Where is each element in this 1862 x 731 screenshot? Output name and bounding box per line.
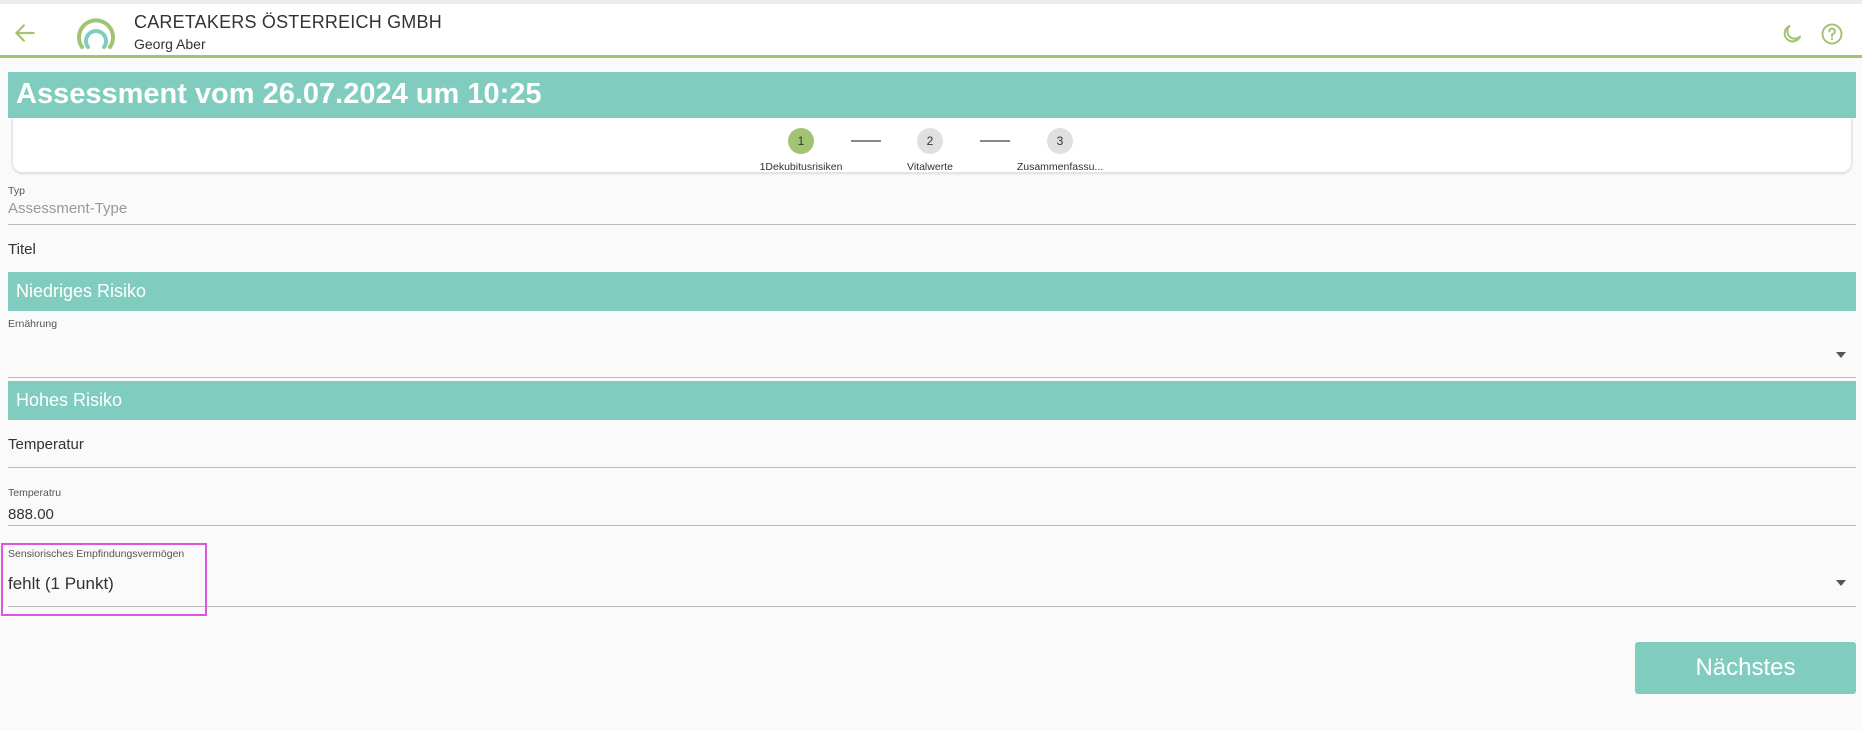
section-title: Niedriges Risiko [16,281,147,301]
step-label: Vitalwerte [907,161,953,173]
step-label: 1Dekubitusrisiken [759,161,843,173]
temperatru-input[interactable]: 888.00 [8,506,54,523]
ernaehrung-label: Ernährung [8,318,58,330]
app-header: CARETAKERS ÖSTERREICH GMBH Georg Aber [0,0,1862,58]
chevron-down-icon[interactable] [1836,352,1846,358]
next-button[interactable]: Nächstes [1635,642,1856,694]
step-label: Zusammenfassu... [1016,161,1104,173]
step-dekubitusrisiken[interactable]: 1 1Dekubitusrisiken [741,128,861,173]
arrow-left-icon[interactable] [12,20,38,46]
page-title: Assessment vom 26.07.2024 um 10:25 [16,78,542,110]
section-title: Hohes Risiko [16,390,123,410]
temperatur-input[interactable]: Temperatur [8,436,84,453]
stepper: 1 1Dekubitusrisiken 2 Vitalwerte 3 Zusam… [12,118,1852,173]
temperatur-underline [8,467,1856,468]
section-niedriges-risiko: Niedriges Risiko [8,272,1856,311]
step-number: 1 [788,128,814,154]
step-number: 2 [917,128,943,154]
company-name: CARETAKERS ÖSTERREICH GMBH [134,12,442,32]
chevron-down-icon[interactable] [1836,580,1846,586]
moon-icon[interactable] [1780,22,1804,46]
help-circle-icon[interactable] [1820,22,1844,46]
focus-highlight [1,543,207,616]
patient-name: Georg Aber [134,36,206,52]
sensorik-underline [8,606,1856,607]
typ-select[interactable]: Assessment-Type [8,200,127,217]
temperatru-underline [8,525,1856,526]
ernaehrung-select[interactable] [8,340,1828,362]
step-number: 3 [1047,128,1073,154]
temperatru-label: Temperatru [8,487,62,499]
typ-underline [8,224,1856,225]
step-vitalwerte[interactable]: 2 Vitalwerte [870,128,990,173]
titel-input[interactable]: Titel [8,241,36,258]
typ-label: Typ [8,185,25,197]
ernaehrung-underline [8,377,1856,378]
step-zusammenfassung[interactable]: 3 Zusammenfassu... [1000,128,1120,173]
page-title-bar: Assessment vom 26.07.2024 um 10:25 [8,72,1856,118]
section-hohes-risiko: Hohes Risiko [8,381,1856,420]
caretakers-logo [77,18,115,49]
